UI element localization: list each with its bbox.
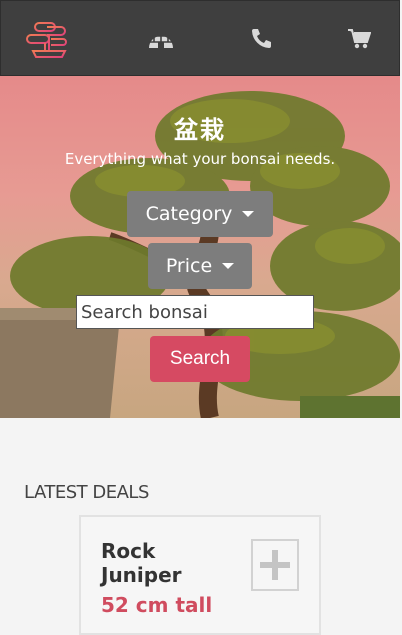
hero-subtitle: Everything what your bonsai needs. xyxy=(64,150,336,168)
deal-card[interactable]: Rock Juniper 52 cm tall xyxy=(79,515,321,635)
price-dropdown-label: Price xyxy=(165,255,213,277)
chevron-down-icon xyxy=(222,263,235,269)
cart-icon[interactable] xyxy=(345,25,373,53)
phone-icon[interactable] xyxy=(247,25,275,53)
latest-deals-heading: LATEST DEALS xyxy=(24,482,149,503)
search-input[interactable] xyxy=(76,295,314,329)
igloo-icon[interactable] xyxy=(147,25,175,53)
price-dropdown[interactable]: Price xyxy=(148,243,252,289)
deal-product-size: 52 cm tall xyxy=(101,593,213,617)
deal-product-name: Rock Juniper xyxy=(101,539,182,587)
search-button[interactable]: Search xyxy=(150,336,250,382)
plus-icon xyxy=(260,550,290,580)
add-to-cart-button[interactable] xyxy=(251,539,299,591)
hero-title: 盆栽 xyxy=(174,116,226,144)
hero-banner: 盆栽 Everything what your bonsai needs. Ca… xyxy=(0,76,400,418)
bonsai-logo-icon[interactable] xyxy=(25,15,71,61)
category-dropdown[interactable]: Category xyxy=(127,191,273,237)
category-dropdown-label: Category xyxy=(145,203,233,225)
top-nav-bar xyxy=(0,0,400,76)
chevron-down-icon xyxy=(242,211,255,217)
